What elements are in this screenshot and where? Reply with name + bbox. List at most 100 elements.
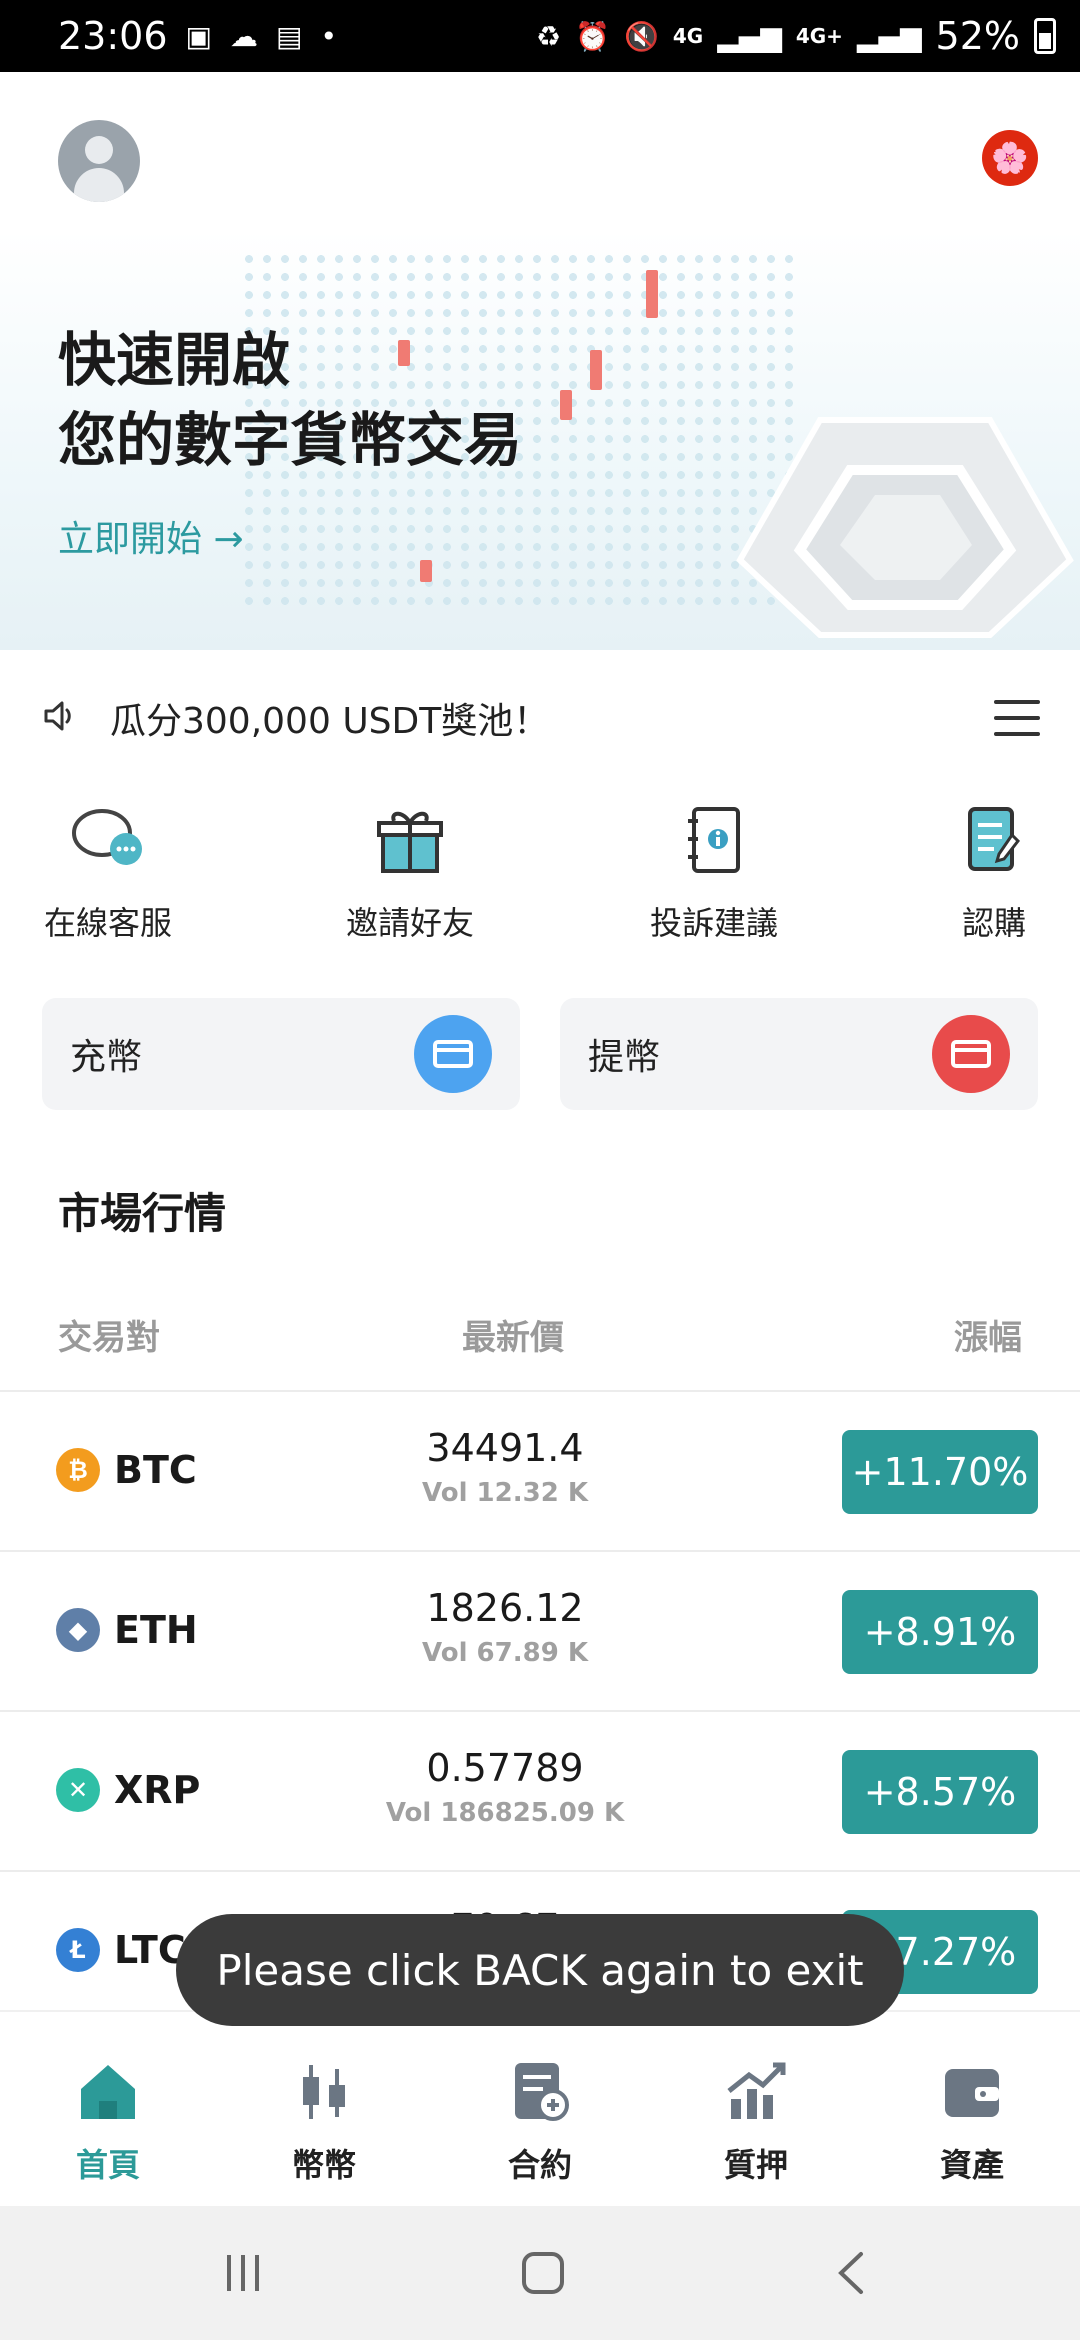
candle-decoration [420,560,432,582]
recent-apps-icon[interactable] [218,2248,268,2298]
market-row-xrp[interactable]: ✕ XRP 0.57789 Vol 186825.09 K +8.57% [0,1710,1080,1870]
withdraw-button[interactable]: 提幣 [560,998,1038,1110]
quick-action-label: 投訴建議 [649,904,778,942]
start-now-label: 立即開始 → [58,519,244,560]
network-4g-plus: 4G+ [795,24,843,48]
coin-symbol: BTC [114,1448,197,1492]
tab-label: 質押 [723,2146,788,2184]
deposit-label: 充幣 [70,1037,143,1078]
exit-toast: Please click BACK again to exit [176,1914,904,2026]
price-cell: 1826.12 Vol 67.89 K [380,1586,630,1668]
market-table-header: 交易對 最新價 漲幅 [0,1310,1080,1366]
promo-banner[interactable]: 快速開啟 您的數字貨幣交易 立即開始 → [0,230,1080,650]
gift-icon [310,800,510,880]
coin-cell: ₿ BTC [56,1448,197,1492]
battery-icon [1034,18,1056,54]
ltc-logo-icon: Ł [56,1928,100,1972]
coin-symbol: ETH [114,1608,198,1652]
quick-action-label: 在線客服 [43,904,172,942]
xrp-logo-icon: ✕ [56,1768,100,1812]
tab-label: 首頁 [75,2146,140,2184]
tab-assets[interactable]: 資產 [902,2052,1042,2186]
withdraw-label: 提幣 [588,1037,661,1078]
home-button-icon[interactable] [518,2248,568,2298]
bottom-navigation: 首頁 幣幣 合約 質押 資產 [0,2010,1080,2206]
flag-glyph: 🌸 [991,140,1029,176]
quick-actions: 在線客服 邀請好友 投訴建議 認購 [0,800,1080,950]
candle-decoration [646,270,658,318]
menu-icon[interactable] [994,700,1040,736]
cloud-icon: ☁ [229,19,258,53]
volume: Vol 67.89 K [422,1638,588,1668]
user-avatar-icon[interactable] [58,120,140,202]
change-badge[interactable]: +8.91% [842,1590,1038,1674]
candle-decoration [590,350,602,390]
notebook-icon [614,800,814,880]
tab-label: 資產 [939,2146,1004,2184]
withdraw-card-icon [932,1015,1010,1093]
eth-logo-icon: ◆ [56,1608,100,1652]
image-icon: ▣ [185,19,212,53]
start-now-link[interactable]: 立即開始 → [58,510,244,562]
tab-label: 合約 [507,2146,572,2184]
signal-icon: ▂▄▆ [856,19,922,53]
hexagon-graphic [660,380,1080,640]
wallet-icon [902,2052,1042,2132]
chart-up-icon [686,2052,826,2132]
quick-action-label: 認購 [961,904,1026,942]
banner-title: 快速開啟 您的數字貨幣交易 [58,320,522,480]
quick-action-feedback[interactable]: 投訴建議 [614,800,814,944]
document-icon [894,800,1080,880]
tab-staking[interactable]: 質押 [686,2052,826,2186]
price-cell: 34491.4 Vol 12.32 K [380,1426,630,1508]
price-cell: 0.57789 Vol 186825.09 K [380,1746,630,1828]
last-price: 1826.12 [426,1586,584,1630]
volume: Vol 186825.09 K [385,1798,625,1828]
deposit-button[interactable]: 充幣 [42,998,520,1110]
battery-percent: 52% [935,14,1020,58]
quick-action-subscribe[interactable]: 認購 [894,800,1080,944]
banner-title-line2: 您的數字貨幣交易 [58,406,523,474]
last-price: 34491.4 [426,1426,584,1470]
coin-cell: Ł LTC [56,1928,186,1972]
banner-title-line1: 快速開啟 [58,326,291,394]
market-title: 市場行情 [58,1189,227,1238]
deposit-card-icon [414,1015,492,1093]
coin-cell: ◆ ETH [56,1608,198,1652]
mute-icon: 🔇 [624,19,659,53]
last-price: 0.57789 [426,1746,584,1790]
column-pair: 交易對 [58,1318,160,1358]
signal-icon: ▂▄▆ [717,19,782,53]
coin-symbol: LTC [114,1928,186,1972]
contract-icon [470,2052,610,2132]
tab-label: 幣幣 [291,2146,356,2184]
change-badge[interactable]: +8.57% [842,1750,1038,1834]
system-navigation-bar [0,2206,1080,2340]
market-row-eth[interactable]: ◆ ETH 1826.12 Vol 67.89 K +8.91% [0,1550,1080,1710]
status-bar: 23:06 ▣ ☁ ▤ • ♻ ⏰ 🔇 4G ▂▄▆ 4G+ ▂▄▆ 52% [0,0,1080,72]
tab-contract[interactable]: 合約 [470,2052,610,2186]
home-icon [38,2052,178,2132]
region-flag-icon[interactable]: 🌸 [982,130,1038,186]
status-time: 23:06 [58,14,168,58]
market-row-btc[interactable]: ₿ BTC 34491.4 Vol 12.32 K +11.70% [0,1390,1080,1550]
candlestick-icon [254,2052,394,2132]
quick-action-online-support[interactable]: 在線客服 [8,800,208,944]
quick-action-invite-friends[interactable]: 邀請好友 [310,800,510,944]
tab-spot[interactable]: 幣幣 [254,2052,394,2186]
back-icon[interactable] [826,2248,876,2298]
announcement-text: 瓜分300,000 USDT獎池！ [110,701,550,742]
column-price: 最新價 [462,1318,564,1358]
dot-icon: • [320,19,337,53]
tab-home[interactable]: 首頁 [38,2052,178,2186]
sim-icon: ▤ [275,19,303,53]
speaker-icon [40,696,80,740]
change-badge[interactable]: +11.70% [842,1430,1038,1514]
alarm-icon: ⏰ [575,19,610,53]
coin-cell: ✕ XRP [56,1768,200,1812]
volume: Vol 12.32 K [422,1478,588,1508]
coin-symbol: XRP [114,1768,201,1812]
announcement-bar[interactable]: 瓜分300,000 USDT獎池！ [40,688,1040,748]
network-4g: 4G [672,24,704,48]
candle-decoration [560,390,572,420]
